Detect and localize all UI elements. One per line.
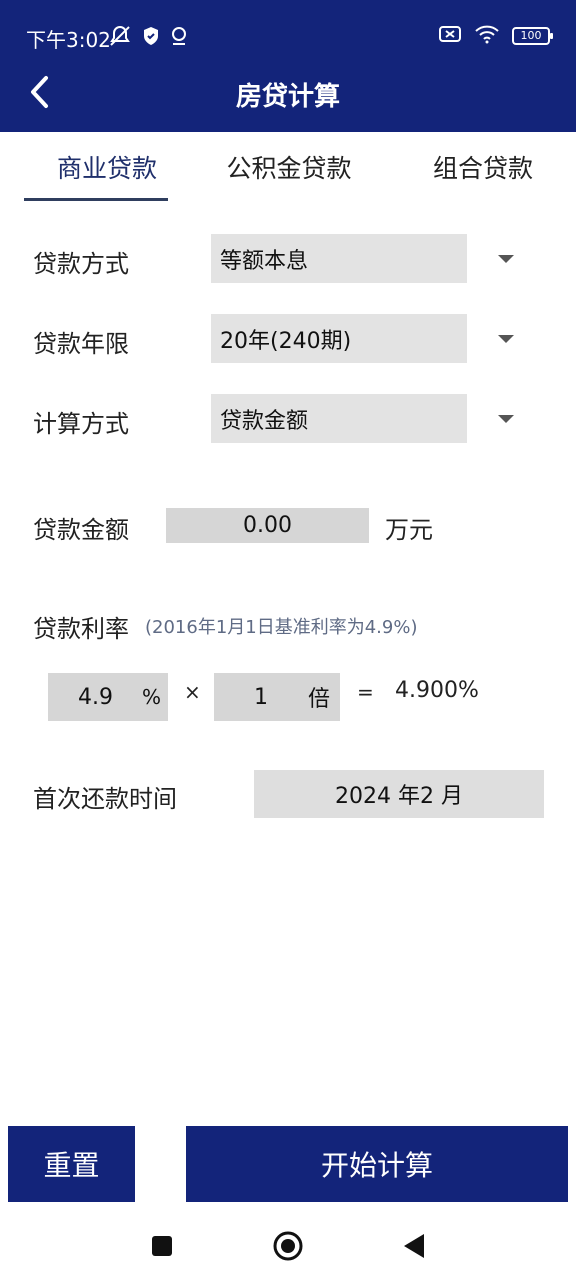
wifi-icon	[474, 24, 500, 48]
start-calculate-button[interactable]: 开始计算	[186, 1126, 568, 1202]
status-icons-left	[108, 24, 188, 52]
rate-hint: (2016年1月1日基准利率为4.9%)	[145, 617, 418, 638]
caret-down-icon[interactable]	[498, 335, 514, 343]
calc-method-label: 计算方式	[33, 410, 129, 438]
sim-icon	[438, 24, 462, 48]
location-icon	[170, 26, 188, 50]
tab-commercial-loan[interactable]: 商业贷款	[24, 132, 190, 202]
loan-method-select[interactable]: 等额本息	[211, 234, 467, 283]
base-rate-value: 4.9	[78, 684, 113, 710]
system-nav-bar	[0, 1210, 576, 1280]
tab-combined-loan[interactable]: 组合贷款	[400, 132, 566, 202]
times-symbol: ×	[184, 680, 201, 704]
base-rate-unit: %	[142, 685, 162, 709]
effective-rate-value: 4.900%	[395, 678, 479, 703]
triangle-back-icon	[404, 1234, 424, 1258]
status-time: 下午3:02	[26, 28, 111, 52]
rate-multiplier-unit: 倍	[308, 687, 331, 712]
rate-multiplier-value: 1	[254, 684, 268, 710]
loan-term-label: 贷款年限	[33, 330, 129, 358]
mute-icon	[108, 24, 132, 52]
tab-label: 公积金贷款	[226, 154, 352, 183]
equals-symbol: =	[357, 680, 374, 704]
active-tab-indicator	[24, 198, 168, 201]
recent-apps-button[interactable]	[146, 1230, 178, 1262]
app-header: 下午3:02 100 房贷计算	[0, 0, 576, 132]
home-button[interactable]	[272, 1230, 304, 1262]
loan-amount-input[interactable]: 0.00	[166, 508, 369, 543]
first-payment-label: 首次还款时间	[33, 785, 177, 813]
caret-down-icon[interactable]	[498, 255, 514, 263]
rate-multiplier-input[interactable]: 1 倍	[214, 673, 340, 721]
loan-amount-unit: 万元	[385, 516, 433, 544]
rate-label: 贷款利率	[33, 615, 129, 643]
loan-type-tabs: 商业贷款 公积金贷款 组合贷款	[0, 132, 576, 202]
status-bar: 下午3:02 100	[0, 0, 576, 70]
loan-method-label: 贷款方式	[33, 250, 129, 278]
caret-down-icon[interactable]	[498, 415, 514, 423]
tab-provident-fund-loan[interactable]: 公积金贷款	[206, 132, 372, 202]
first-payment-date-picker[interactable]: 2024 年2 月	[254, 770, 544, 818]
circle-icon	[273, 1231, 303, 1261]
page-title: 房贷计算	[235, 82, 340, 112]
back-nav-button[interactable]	[398, 1230, 430, 1262]
square-icon	[152, 1236, 172, 1256]
tab-label: 商业贷款	[56, 154, 157, 183]
base-rate-input[interactable]: 4.9 %	[48, 673, 168, 721]
battery-icon: 100	[512, 27, 553, 45]
loan-term-select[interactable]: 20年(240期)	[211, 314, 467, 363]
reset-button[interactable]: 重置	[8, 1126, 135, 1202]
shield-icon	[142, 26, 160, 50]
tab-label: 组合贷款	[432, 154, 533, 183]
loan-amount-label: 贷款金额	[33, 516, 129, 544]
calc-method-select[interactable]: 贷款金额	[211, 394, 467, 443]
status-icons-right: 100	[438, 24, 553, 48]
